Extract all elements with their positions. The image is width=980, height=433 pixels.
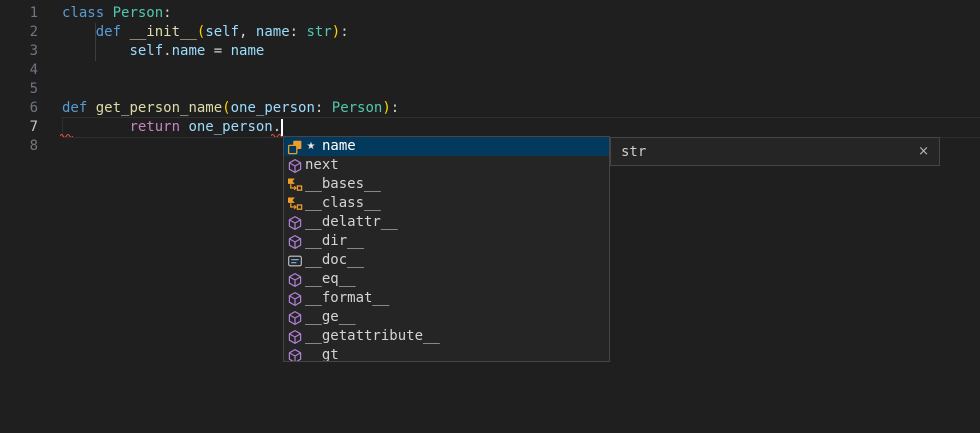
- suggestion-format[interactable]: __format__: [284, 289, 609, 308]
- code-token: (: [222, 100, 230, 116]
- code-token: one_person: [188, 119, 272, 135]
- close-icon[interactable]: ×: [918, 144, 929, 159]
- code-token: self: [129, 43, 163, 59]
- code-token: class: [62, 5, 104, 21]
- code-line-6[interactable]: def get_person_name(one_person: Person):: [62, 99, 399, 118]
- code-token: return: [129, 119, 180, 135]
- line-number-5: 5: [0, 80, 38, 99]
- code-line-4[interactable]: [62, 61, 399, 80]
- text-cursor: [281, 119, 283, 136]
- suggestion-label: __eq__: [305, 270, 356, 289]
- suggestion-label: __format__: [305, 289, 389, 308]
- star-icon: ★: [306, 141, 316, 152]
- error-squiggle: [60, 133, 73, 137]
- code-token: one_person: [231, 100, 315, 116]
- symbol-method-icon: [287, 234, 303, 250]
- suggestion-getattribute[interactable]: __getattribute__: [284, 327, 609, 346]
- line-number-4: 4: [0, 61, 38, 80]
- suggestion-type-text: str: [621, 144, 646, 160]
- suggestion-label: __delattr__: [305, 213, 398, 232]
- suggestion-class[interactable]: __class__: [284, 194, 609, 213]
- code-token: name: [231, 43, 265, 59]
- code-line-2[interactable]: def __init__(self, name: str):: [62, 23, 399, 42]
- line-number-3: 3: [0, 42, 38, 61]
- code-token: :: [290, 24, 307, 40]
- code-token: get_person_name: [96, 100, 222, 116]
- code-line-5[interactable]: [62, 80, 399, 99]
- code-token: Person: [113, 5, 164, 21]
- suggestion-label: name: [322, 137, 356, 156]
- code-token: str: [306, 24, 331, 40]
- suggestion-label: __ge__: [305, 308, 356, 327]
- symbol-method-icon: [287, 329, 303, 345]
- suggestion-eq[interactable]: __eq__: [284, 270, 609, 289]
- code-token: name: [172, 43, 206, 59]
- suggestion-label: __class__: [305, 194, 381, 213]
- symbol-method-icon: [287, 291, 303, 307]
- code-token: def: [96, 24, 121, 40]
- code-token: :: [163, 5, 171, 21]
- suggestion-label: __dir__: [305, 232, 364, 251]
- symbol-method-icon: [287, 310, 303, 326]
- code-token: =: [205, 43, 230, 59]
- symbol-method-icon: [287, 272, 303, 288]
- code-token: ): [382, 100, 390, 116]
- code-token: __init__: [129, 24, 196, 40]
- code-token: .: [163, 43, 171, 59]
- symbol-method-icon: [287, 215, 303, 231]
- code-token: [62, 43, 129, 59]
- code-editor: 12345678 class Person: def __init__(self…: [0, 0, 980, 433]
- code-token: :: [391, 100, 399, 116]
- symbol-class-icon: [287, 196, 303, 212]
- symbol-string-icon: [287, 253, 303, 269]
- suggestion-gt[interactable]: __gt__: [284, 346, 609, 362]
- suggestion-name[interactable]: ★ name: [284, 137, 609, 156]
- line-number-6: 6: [0, 99, 38, 118]
- line-number-7: 7: [0, 118, 38, 137]
- code-token: name: [256, 24, 290, 40]
- code-line-3[interactable]: self.name = name: [62, 42, 399, 61]
- code-token: self: [205, 24, 239, 40]
- symbol-method-icon: [287, 158, 303, 174]
- suggestion-ge[interactable]: __ge__: [284, 308, 609, 327]
- symbol-class-icon: [287, 177, 303, 193]
- autocomplete-dropdown: ★ name next __bases__ __class__ __delattr…: [283, 136, 610, 362]
- code-area[interactable]: class Person: def __init__(self, name: s…: [62, 4, 399, 156]
- suggestion-next[interactable]: next: [284, 156, 609, 175]
- suggestion-dir[interactable]: __dir__: [284, 232, 609, 251]
- line-number-8: 8: [0, 137, 38, 156]
- line-number-2: 2: [0, 23, 38, 42]
- code-token: ,: [239, 24, 256, 40]
- code-token: Person: [332, 100, 383, 116]
- suggestion-delattr[interactable]: __delattr__: [284, 213, 609, 232]
- code-line-7[interactable]: return one_person.: [62, 118, 399, 137]
- suggestion-bases[interactable]: __bases__: [284, 175, 609, 194]
- code-token: [62, 24, 96, 40]
- suggestion-label: __doc__: [305, 251, 364, 270]
- suggestion-label: __bases__: [305, 175, 381, 194]
- code-line-1[interactable]: class Person:: [62, 4, 399, 23]
- line-number-1: 1: [0, 4, 38, 23]
- code-token: [104, 5, 112, 21]
- code-token: :: [340, 24, 348, 40]
- symbol-field-icon: [287, 139, 303, 155]
- suggestion-label: __getattribute__: [305, 327, 440, 346]
- code-token: def: [62, 100, 87, 116]
- symbol-method-icon: [287, 348, 303, 363]
- code-token: ): [332, 24, 340, 40]
- code-token: :: [315, 100, 332, 116]
- suggestion-label: __gt__: [305, 346, 356, 362]
- code-token: [87, 100, 95, 116]
- suggestion-label: next: [305, 156, 339, 175]
- editor-gutter: 12345678: [0, 4, 38, 156]
- suggestion-doc[interactable]: __doc__: [284, 251, 609, 270]
- suggest-detail-panel: str ×: [610, 137, 940, 166]
